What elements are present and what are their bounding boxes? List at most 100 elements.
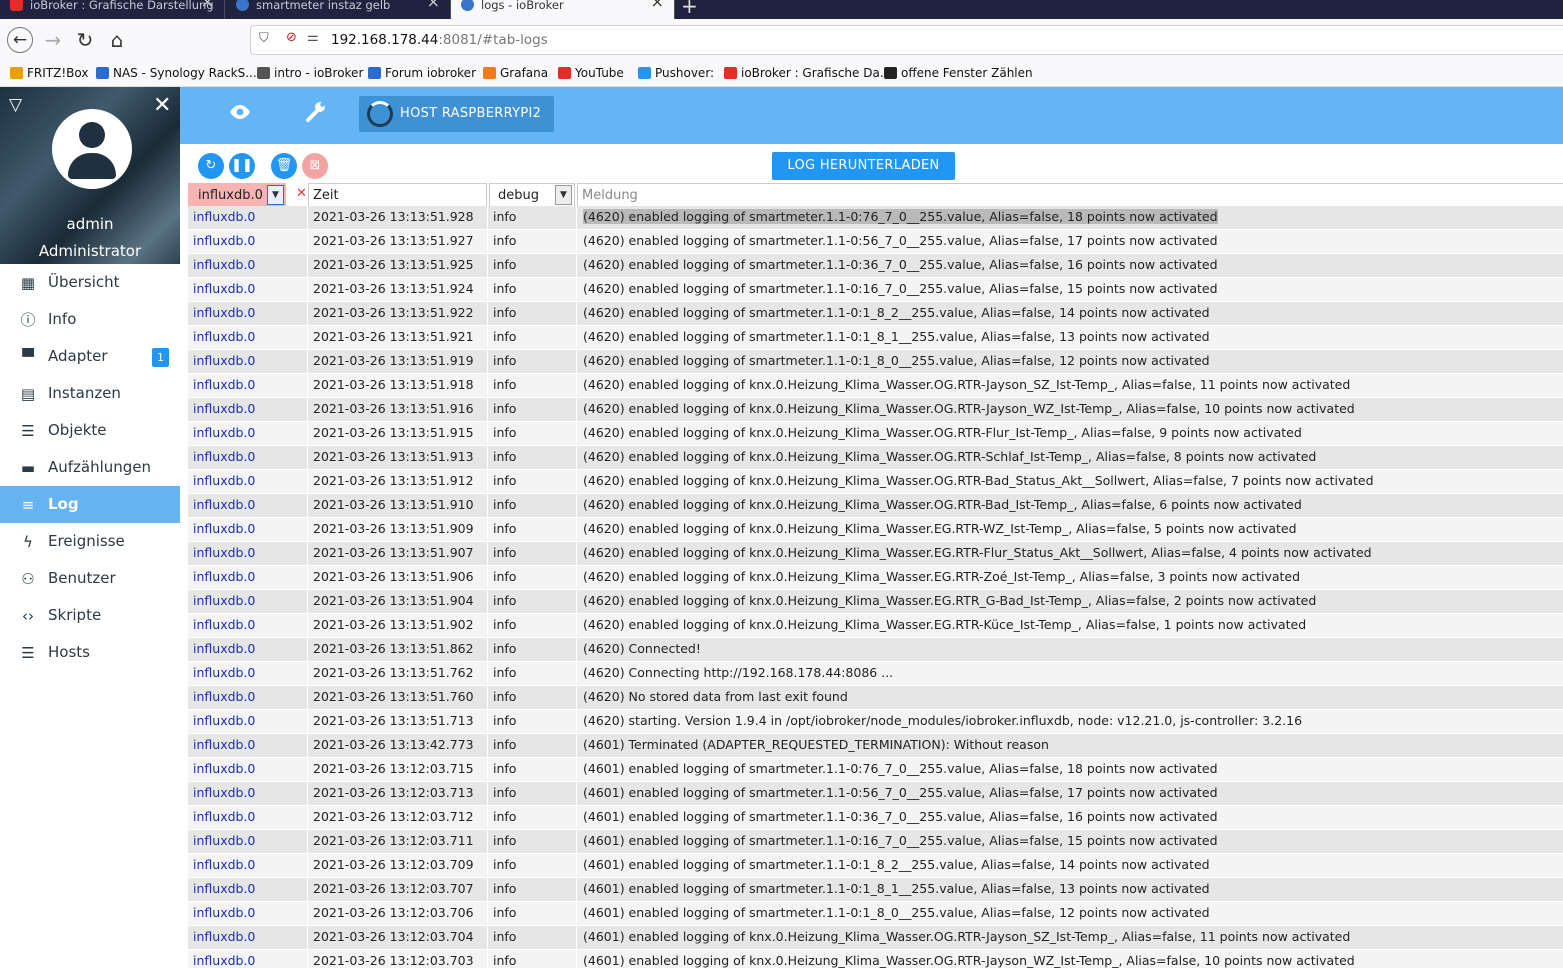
log-row[interactable]: influxdb.0 2021-03-26 13:12:03.704 info (46… bbox=[188, 926, 1563, 950]
log-row[interactable]: influxdb.0 2021-03-26 13:13:51.912 info (46… bbox=[188, 470, 1563, 494]
log-row[interactable]: influxdb.0 2021-03-26 13:12:03.712 info (46… bbox=[188, 806, 1563, 830]
download-log-button[interactable]: LOG HERUNTERLADEN bbox=[772, 152, 955, 180]
log-row[interactable]: influxdb.0 2021-03-26 13:12:03.713 info (46… bbox=[188, 782, 1563, 806]
browser-tab[interactable]: smartmeter instaz gelb × bbox=[226, 0, 451, 19]
log-row[interactable]: influxdb.0 2021-03-26 13:13:51.925 info (46… bbox=[188, 254, 1563, 278]
log-row[interactable]: influxdb.0 2021-03-26 13:13:51.904 info (46… bbox=[188, 590, 1563, 614]
log-row[interactable]: influxdb.0 2021-03-26 13:13:51.919 info (46… bbox=[188, 350, 1563, 374]
log-row[interactable]: influxdb.0 2021-03-26 13:12:03.706 info (46… bbox=[188, 902, 1563, 926]
log-source: influxdb.0 bbox=[193, 209, 256, 224]
log-source: influxdb.0 bbox=[193, 713, 256, 728]
sidebar-item-objekte[interactable]: ☰ Objekte bbox=[0, 412, 180, 449]
refresh-button[interactable]: ↻ bbox=[198, 153, 224, 179]
bookmark-item[interactable]: FRITZ!Box bbox=[10, 66, 88, 80]
log-source: influxdb.0 bbox=[193, 401, 256, 416]
sidebar-item-log[interactable]: ≡ Log bbox=[0, 486, 180, 523]
column-divider bbox=[576, 278, 577, 302]
close-tab-icon[interactable]: × bbox=[427, 0, 440, 10]
sidebar-item-ereignisse[interactable]: ϟ Ereignisse bbox=[0, 523, 180, 560]
wrench-icon[interactable] bbox=[305, 99, 329, 129]
close-tab-icon[interactable]: × bbox=[651, 0, 664, 10]
log-row[interactable]: influxdb.0 2021-03-26 13:12:03.711 info (46… bbox=[188, 830, 1563, 854]
sidebar-item-benutzer[interactable]: ⚇ Benutzer bbox=[0, 560, 180, 597]
delete-log-file-button[interactable]: ⊠ bbox=[302, 153, 328, 179]
log-row[interactable]: influxdb.0 2021-03-26 13:13:51.913 info (46… bbox=[188, 446, 1563, 470]
bookmark-item[interactable]: intro - ioBroker bbox=[257, 66, 363, 80]
log-row[interactable]: influxdb.0 2021-03-26 13:13:51.713 info (46… bbox=[188, 710, 1563, 734]
log-row[interactable]: influxdb.0 2021-03-26 13:13:51.906 info (46… bbox=[188, 566, 1563, 590]
column-divider bbox=[576, 206, 577, 230]
bookmark-item[interactable]: offene Fenster Zählen bbox=[884, 66, 1033, 80]
log-row[interactable]: influxdb.0 2021-03-26 13:13:51.918 info (46… bbox=[188, 374, 1563, 398]
bookmark-item[interactable]: Grafana bbox=[483, 66, 548, 80]
bookmark-item[interactable]: NAS - Synology RackS... bbox=[96, 66, 257, 80]
sidebar-item-aufzählungen[interactable]: ▬ Aufzählungen bbox=[0, 449, 180, 486]
log-row[interactable]: influxdb.0 2021-03-26 13:13:51.909 info (46… bbox=[188, 518, 1563, 542]
log-row[interactable]: influxdb.0 2021-03-26 13:12:03.709 info (46… bbox=[188, 854, 1563, 878]
shield-icon[interactable]: ⛉ bbox=[259, 31, 269, 46]
log-row[interactable]: influxdb.0 2021-03-26 13:13:42.773 info (46… bbox=[188, 734, 1563, 758]
log-source: influxdb.0 bbox=[193, 257, 256, 272]
chevron-down-icon[interactable]: ▼ bbox=[267, 185, 284, 205]
log-row[interactable]: influxdb.0 2021-03-26 13:13:51.910 info (46… bbox=[188, 494, 1563, 518]
log-message: (4620) enabled logging of knx.0.Heizung_… bbox=[583, 425, 1302, 440]
insecure-lock-icon[interactable]: ⊘ bbox=[286, 30, 297, 45]
address-bar[interactable]: ⛉ ⊘ ⚌ 192.168.178.44:8081/#tab-logs bbox=[250, 25, 1563, 55]
bookmark-item[interactable]: Pushover: bbox=[638, 66, 714, 80]
sidebar-item-hosts[interactable]: ☰ Hosts bbox=[0, 634, 180, 671]
browser-tab-active[interactable]: logs - ioBroker × bbox=[451, 0, 675, 19]
avatar bbox=[52, 109, 132, 189]
sidebar-item-übersicht[interactable]: ▦ Übersicht bbox=[0, 264, 180, 301]
log-time: 2021-03-26 13:13:51.912 bbox=[313, 473, 474, 488]
close-icon[interactable]: ✕ bbox=[153, 93, 171, 118]
close-tab-icon[interactable]: × bbox=[201, 0, 214, 10]
log-row[interactable]: influxdb.0 2021-03-26 13:13:51.924 info (46… bbox=[188, 278, 1563, 302]
log-source: influxdb.0 bbox=[193, 233, 256, 248]
log-row[interactable]: influxdb.0 2021-03-26 13:13:51.928 info (46… bbox=[188, 206, 1563, 230]
back-arrow-icon[interactable]: ← bbox=[7, 27, 33, 53]
new-tab-icon[interactable]: + bbox=[681, 0, 698, 18]
log-row[interactable]: influxdb.0 2021-03-26 13:12:03.707 info (46… bbox=[188, 878, 1563, 902]
eye-icon[interactable] bbox=[228, 101, 252, 126]
log-row[interactable]: influxdb.0 2021-03-26 13:13:51.922 info (46… bbox=[188, 302, 1563, 326]
url-text[interactable]: 192.168.178.44:8081/#tab-logs bbox=[331, 32, 548, 48]
clear-source-filter-icon[interactable]: ✕ bbox=[296, 186, 307, 201]
log-message: (4620) enabled logging of knx.0.Heizung_… bbox=[583, 473, 1374, 488]
log-time: 2021-03-26 13:12:03.706 bbox=[313, 905, 474, 920]
log-source: influxdb.0 bbox=[193, 833, 256, 848]
chevron-down-icon[interactable]: ▼ bbox=[555, 185, 572, 205]
forward-arrow-icon[interactable]: → bbox=[40, 27, 66, 53]
source-filter-select[interactable]: influxdb.0 ▼ bbox=[188, 183, 286, 207]
log-row[interactable]: influxdb.0 2021-03-26 13:12:03.703 info (46… bbox=[188, 950, 1563, 968]
log-row[interactable]: influxdb.0 2021-03-26 13:13:51.927 info (46… bbox=[188, 230, 1563, 254]
log-row[interactable]: influxdb.0 2021-03-26 13:13:51.862 info (46… bbox=[188, 638, 1563, 662]
sidebar-item-adapter[interactable]: ▀ Adapter 1 bbox=[0, 338, 180, 375]
pause-button[interactable]: ❚❚ bbox=[229, 153, 255, 179]
home-icon[interactable]: ⌂ bbox=[104, 27, 130, 53]
message-filter-input[interactable]: Meldung bbox=[577, 183, 1563, 207]
log-row[interactable]: influxdb.0 2021-03-26 13:13:51.916 info (46… bbox=[188, 398, 1563, 422]
column-divider bbox=[307, 542, 308, 566]
log-row[interactable]: influxdb.0 2021-03-26 13:12:03.715 info (46… bbox=[188, 758, 1563, 782]
source-filter-value: influxdb.0 bbox=[198, 188, 263, 203]
sidebar-item-info[interactable]: ⓘ Info bbox=[0, 301, 180, 338]
bookmark-item[interactable]: Forum iobroker bbox=[368, 66, 476, 80]
sidebar-item-instanzen[interactable]: ▤ Instanzen bbox=[0, 375, 180, 412]
bookmark-item[interactable]: YouTube bbox=[558, 66, 624, 80]
bookmark-item[interactable]: ioBroker : Grafische Da... bbox=[724, 66, 891, 80]
log-row[interactable]: influxdb.0 2021-03-26 13:13:51.915 info (46… bbox=[188, 422, 1563, 446]
log-row[interactable]: influxdb.0 2021-03-26 13:13:51.902 info (46… bbox=[188, 614, 1563, 638]
permissions-icon[interactable]: ⚌ bbox=[307, 30, 319, 45]
column-divider bbox=[307, 254, 308, 278]
time-filter-input[interactable]: Zeit bbox=[308, 183, 487, 207]
reload-icon[interactable]: ↻ bbox=[72, 27, 98, 53]
log-row[interactable]: influxdb.0 2021-03-26 13:13:51.907 info (46… bbox=[188, 542, 1563, 566]
sidebar-item-label: Instanzen bbox=[48, 384, 121, 402]
log-row[interactable]: influxdb.0 2021-03-26 13:13:51.921 info (46… bbox=[188, 326, 1563, 350]
browser-tab[interactable]: ioBroker : Grafische Darstellung × bbox=[0, 0, 225, 19]
sidebar-item-skripte[interactable]: ‹› Skripte bbox=[0, 597, 180, 634]
host-selector-button[interactable]: HOST RASPBERRYPI2 bbox=[359, 96, 554, 132]
log-row[interactable]: influxdb.0 2021-03-26 13:13:51.760 info (46… bbox=[188, 686, 1563, 710]
delete-log-button[interactable]: 🗑 bbox=[271, 153, 297, 179]
log-row[interactable]: influxdb.0 2021-03-26 13:13:51.762 info (46… bbox=[188, 662, 1563, 686]
